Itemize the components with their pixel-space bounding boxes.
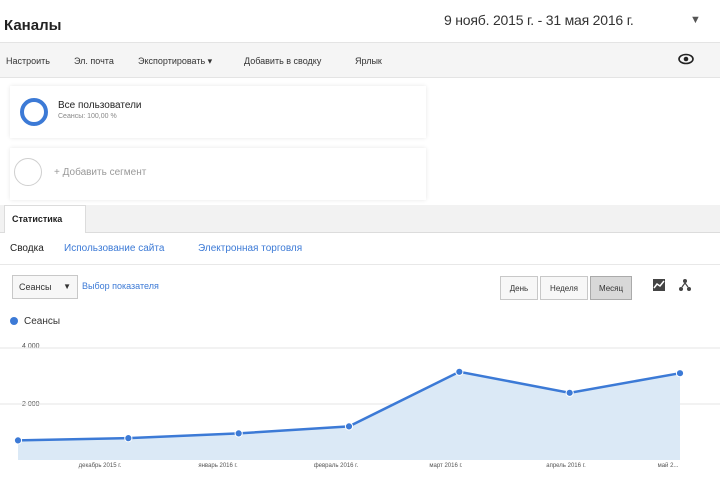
customize-button[interactable]: Настроить: [6, 56, 50, 66]
period-week-button[interactable]: Неделя: [540, 276, 588, 300]
export-caret-icon: ▾: [207, 56, 213, 66]
subtab-site-usage[interactable]: Использование сайта: [64, 243, 164, 254]
date-range-picker[interactable]: 9 нояб. 2015 г. - 31 мая 2016 г.: [444, 12, 634, 28]
data-point[interactable]: [675, 369, 685, 378]
segment-all-users[interactable]: Все пользователи Сеансы: 100,00 %: [10, 86, 426, 138]
shortcut-button[interactable]: Ярлык: [355, 56, 382, 66]
x-tick-label: апрель 2016 г.: [546, 463, 586, 469]
sessions-line-chart: [0, 347, 720, 460]
export-button[interactable]: Экспортировать ▾: [138, 56, 212, 67]
line-chart-icon[interactable]: [648, 278, 670, 300]
chevron-down-icon: ▼: [63, 282, 71, 291]
motion-chart-icon[interactable]: [674, 278, 696, 300]
page-title: Каналы: [4, 17, 62, 34]
x-tick-label: декабрь 2015 г.: [78, 463, 122, 469]
segment-ring-icon: [20, 98, 48, 126]
x-tick-label: май 2...: [657, 463, 679, 469]
tab-statistics[interactable]: Статистика: [4, 205, 86, 234]
date-range-dropdown-icon[interactable]: ▼: [690, 14, 701, 26]
segment-sessions-share: Сеансы: 100,00 %: [58, 113, 117, 120]
data-point[interactable]: [234, 429, 243, 438]
eye-icon[interactable]: [678, 52, 694, 68]
subtab-summary[interactable]: Сводка: [10, 243, 44, 254]
x-tick-label: январь 2016 г.: [198, 463, 238, 469]
segment-name: Все пользователи: [58, 100, 142, 111]
metric-select[interactable]: Сеансы ▼: [12, 275, 78, 299]
data-point[interactable]: [124, 434, 133, 443]
report-header: Каналы 9 нояб. 2015 г. - 31 мая 2016 г. …: [0, 0, 720, 42]
explorer-subtabs: Сводка Использование сайта Электронная т…: [0, 233, 720, 265]
add-to-dashboard-button[interactable]: Добавить в сводку: [244, 56, 321, 66]
data-point[interactable]: [455, 367, 464, 376]
add-segment-link[interactable]: + Добавить сегмент: [54, 167, 146, 178]
email-button[interactable]: Эл. почта: [74, 56, 114, 66]
legend-label: Сеансы: [24, 316, 61, 327]
series-area-sessions: [18, 371, 680, 460]
metric-select-value: Сеансы: [19, 282, 52, 292]
period-month-button[interactable]: Месяц: [590, 276, 632, 300]
compare-metric-link[interactable]: Выбор показателя: [82, 281, 159, 291]
report-tabs: Статистика: [0, 205, 720, 234]
x-tick-label: февраль 2016 г.: [313, 463, 359, 469]
subtab-ecommerce[interactable]: Электронная торговля: [198, 243, 302, 254]
empty-segment-ring-icon: [14, 158, 42, 186]
export-label: Экспортировать: [138, 56, 206, 66]
period-day-button[interactable]: День: [500, 276, 538, 300]
add-segment-box[interactable]: + Добавить сегмент: [10, 148, 426, 200]
data-point[interactable]: [344, 422, 354, 431]
data-point[interactable]: [565, 388, 574, 397]
chart-legend: Сеансы: [10, 316, 60, 327]
data-point[interactable]: [13, 436, 23, 445]
chart-controls: Сеансы ▼ Выбор показателя День Неделя Ме…: [0, 265, 720, 307]
report-toolbar: Настроить Эл. почта Экспортировать ▾ Доб…: [0, 42, 720, 78]
legend-dot-icon: [10, 317, 18, 325]
x-tick-label: март 2016 г.: [429, 463, 463, 469]
